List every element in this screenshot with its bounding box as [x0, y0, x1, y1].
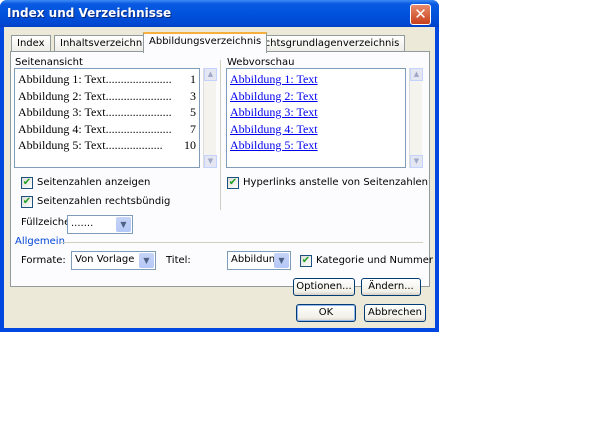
entry-page: 10: [184, 138, 196, 152]
close-icon: ✕: [414, 5, 427, 23]
tab-leader-select[interactable]: ....... ▼: [67, 215, 133, 234]
formats-select[interactable]: Von Vorlage ▼: [71, 251, 156, 270]
scroll-down-arrow-icon[interactable]: ▼: [410, 155, 423, 168]
entry-leader: ......................: [105, 72, 172, 86]
caption-label: Titel:: [166, 255, 191, 266]
dialog-title: Index und Verzeichnisse: [7, 6, 172, 20]
entry-text: Abbildung 4: Text: [18, 121, 106, 136]
preview-entry: Abbildung 4: Text...................... 7: [18, 121, 196, 138]
print-preview-label: Seitenansicht: [15, 57, 83, 68]
scroll-up-arrow-icon[interactable]: ▲: [204, 68, 217, 81]
tab-table-of-figures[interactable]: Abbildungsverzeichnis: [143, 32, 268, 53]
general-group-header: Allgemein: [15, 236, 65, 247]
caption-select[interactable]: Abbildung ▼: [227, 251, 291, 270]
hyperlinks-checkbox[interactable]: ✔: [227, 177, 239, 189]
entry-leader: ......................: [105, 121, 172, 136]
web-link[interactable]: Abbildung 1: Text: [230, 72, 318, 86]
web-link[interactable]: Abbildung 4: Text: [230, 122, 318, 136]
tab-leader-value: .......: [71, 218, 94, 229]
tab-label: Index: [17, 38, 45, 49]
tab-index[interactable]: Index: [11, 35, 51, 52]
tab-panel: Seitenansicht Abbildung 1: Text.........…: [10, 51, 434, 296]
entry-text: Abbildung 1: Text: [18, 72, 106, 86]
tab-label: Abbildungsverzeichnis: [149, 36, 262, 47]
column-divider: [220, 60, 221, 210]
web-link[interactable]: Abbildung 3: Text: [230, 105, 318, 119]
chevron-down-icon[interactable]: ▼: [139, 253, 154, 268]
close-button[interactable]: ✕: [410, 4, 431, 25]
hyperlinks-label: Hyperlinks anstelle von Seitenzahlen: [243, 177, 428, 188]
cancel-button[interactable]: Abbrechen: [364, 304, 426, 322]
web-preview-scrollbar[interactable]: ▲ ▼: [409, 68, 423, 168]
scroll-down-arrow-icon[interactable]: ▼: [204, 155, 217, 168]
web-link[interactable]: Abbildung 2: Text: [230, 89, 318, 103]
options-button[interactable]: Optionen...: [293, 278, 355, 296]
entry-page: 5: [190, 105, 196, 119]
scroll-up-arrow-icon[interactable]: ▲: [410, 68, 423, 81]
include-label-checkbox[interactable]: ✔: [300, 255, 312, 267]
show-page-numbers-checkbox[interactable]: ✔: [21, 177, 33, 189]
chevron-down-icon[interactable]: ▼: [274, 253, 289, 268]
entry-leader: ...................: [105, 138, 163, 152]
entry-text: Abbildung 5: Text: [18, 138, 106, 152]
entry-leader: ......................: [105, 105, 172, 119]
tab-label: Inhaltsverzeichnis: [60, 38, 151, 49]
title-bar[interactable]: Index und Verzeichnisse ✕: [0, 0, 439, 27]
ok-button[interactable]: OK: [296, 304, 356, 322]
entry-text: Abbildung 2: Text: [18, 88, 106, 103]
entry-page: 3: [190, 88, 196, 103]
web-preview-box: Abbildung 1: Text Abbildung 2: Text Abbi…: [226, 68, 406, 168]
web-preview-label: Webvorschau: [227, 57, 295, 68]
right-align-checkbox[interactable]: ✔: [21, 196, 33, 208]
print-preview-scrollbar[interactable]: ▲ ▼: [203, 68, 217, 168]
tab-label: Rechtsgrundlagenverzeichnis: [252, 38, 400, 49]
formats-value: Von Vorlage: [75, 254, 135, 265]
print-preview-box: Abbildung 1: Text...................... 1…: [14, 68, 200, 168]
modify-button[interactable]: Ändern...: [361, 278, 421, 296]
preview-entry: Abbildung 2: Text...................... 3: [18, 88, 196, 105]
entry-page: 1: [190, 72, 196, 86]
tab-table-of-authorities[interactable]: Rechtsgrundlagenverzeichnis: [246, 35, 406, 52]
right-align-label: Seitenzahlen rechtsbündig: [37, 196, 171, 207]
chevron-down-icon[interactable]: ▼: [116, 217, 131, 232]
preview-entry: Abbildung 5: Text................... 10: [18, 137, 196, 154]
entry-page: 7: [190, 121, 196, 136]
formats-label: Formate:: [21, 255, 66, 266]
show-page-numbers-label: Seitenzahlen anzeigen: [37, 177, 151, 188]
tab-table-of-contents[interactable]: Inhaltsverzeichnis: [54, 35, 157, 52]
entry-leader: ......................: [105, 88, 172, 103]
preview-entry: Abbildung 3: Text...................... 5: [18, 104, 196, 121]
dialog-body: Index Inhaltsverzeichnis Abbildungsverze…: [4, 27, 435, 328]
entry-text: Abbildung 3: Text: [18, 105, 106, 119]
web-link[interactable]: Abbildung 5: Text: [230, 138, 318, 152]
group-divider: [61, 242, 423, 243]
dialog-window: Index und Verzeichnisse ✕ Index Inhaltsv…: [0, 0, 439, 332]
include-label-label: Kategorie und Nummer: [316, 255, 434, 266]
preview-entry: Abbildung 1: Text...................... 1: [18, 71, 196, 88]
